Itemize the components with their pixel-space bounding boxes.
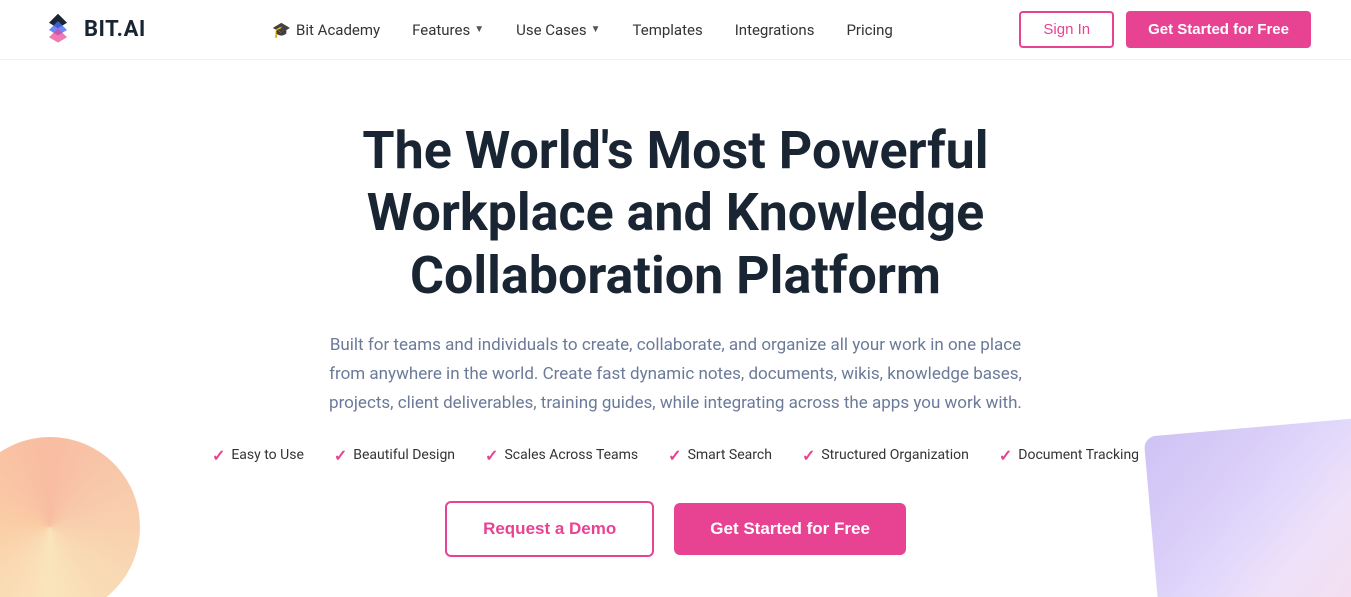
use-cases-chevron-icon: ▼	[591, 24, 601, 35]
hero-section: The World's Most Powerful Workplace and …	[0, 60, 1351, 597]
academy-icon: 🎓	[272, 21, 291, 39]
main-nav: 🎓 Bit Academy Features ▼ Use Cases ▼ Tem…	[272, 21, 893, 39]
checkmark-icon-6: ✓	[999, 446, 1012, 465]
nav-item-templates[interactable]: Templates	[633, 21, 703, 39]
get-started-nav-button[interactable]: Get Started for Free	[1126, 11, 1311, 48]
logo[interactable]: BIT.AI	[40, 12, 146, 48]
header-buttons: Sign In Get Started for Free	[1019, 11, 1311, 48]
checkmark-icon-2: ✓	[334, 446, 347, 465]
nav-item-pricing[interactable]: Pricing	[846, 21, 892, 39]
header: BIT.AI 🎓 Bit Academy Features ▼ Use Case…	[0, 0, 1351, 60]
feature-bullet-5: ✓ Structured Organization	[802, 446, 969, 465]
feature-bullet-2: ✓ Beautiful Design	[334, 446, 455, 465]
feature-bullet-4: ✓ Smart Search	[668, 446, 772, 465]
nav-item-features[interactable]: Features ▼	[412, 21, 484, 39]
feature-bullet-6: ✓ Document Tracking	[999, 446, 1139, 465]
get-started-main-button[interactable]: Get Started for Free	[674, 503, 906, 555]
request-demo-button[interactable]: Request a Demo	[445, 501, 654, 557]
feature-bullet-3: ✓ Scales Across Teams	[485, 446, 638, 465]
hero-subtitle: Built for teams and individuals to creat…	[315, 331, 1035, 418]
features-chevron-icon: ▼	[474, 24, 484, 35]
decoration-circle-left	[0, 437, 140, 597]
nav-item-academy[interactable]: 🎓 Bit Academy	[272, 21, 380, 39]
cta-buttons: Request a Demo Get Started for Free	[445, 501, 906, 557]
checkmark-icon-5: ✓	[802, 446, 815, 465]
hero-title: The World's Most Powerful Workplace and …	[225, 120, 1125, 307]
checkmark-icon-3: ✓	[485, 446, 498, 465]
decoration-shape-right	[1144, 418, 1351, 597]
logo-text: BIT.AI	[84, 17, 146, 42]
logo-icon	[40, 12, 76, 48]
checkmark-icon-1: ✓	[212, 446, 225, 465]
feature-bullets: ✓ Easy to Use ✓ Beautiful Design ✓ Scale…	[212, 446, 1139, 465]
hero-content: The World's Most Powerful Workplace and …	[212, 120, 1139, 557]
signin-button[interactable]: Sign In	[1019, 11, 1114, 48]
nav-item-integrations[interactable]: Integrations	[735, 21, 815, 39]
nav-item-use-cases[interactable]: Use Cases ▼	[516, 21, 600, 39]
checkmark-icon-4: ✓	[668, 446, 681, 465]
feature-bullet-1: ✓ Easy to Use	[212, 446, 304, 465]
